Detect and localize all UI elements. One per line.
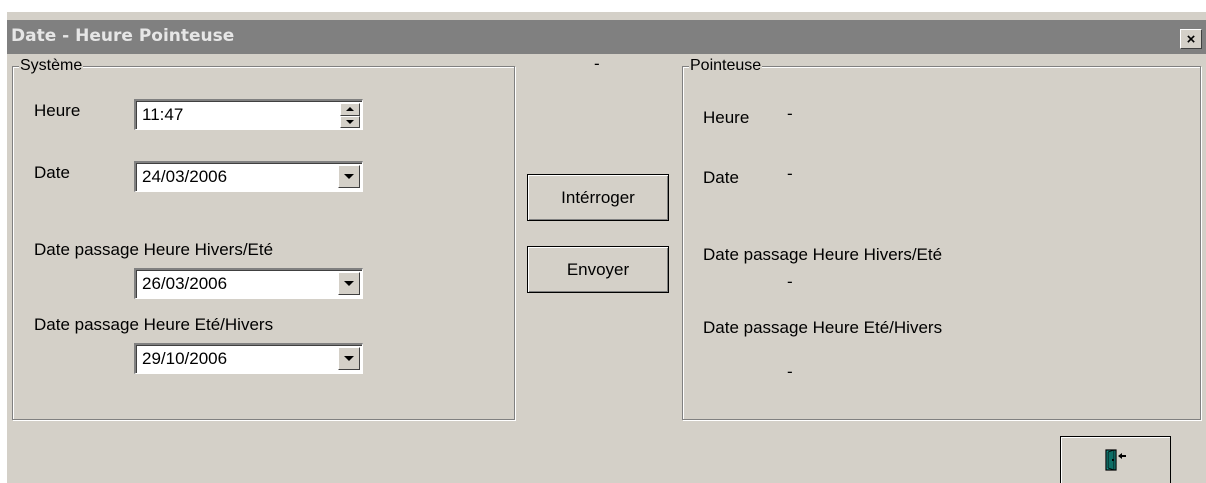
- pointeuse-date-value: -: [787, 164, 793, 183]
- pointeuse-ete-hiver-value: -: [787, 362, 793, 381]
- systeme-heure-label: Heure: [34, 101, 81, 120]
- systeme-hiver-ete-dropdown-button[interactable]: [338, 272, 360, 295]
- systeme-ete-hiver-label: Date passage Heure Eté/Hivers: [34, 315, 274, 334]
- systeme-heure-input[interactable]: 11:47: [134, 99, 363, 130]
- pointeuse-group: Pointeuse Heure - Date - Date passage He…: [682, 56, 1201, 420]
- pointeuse-heure-label: Heure: [703, 108, 750, 127]
- systeme-hiver-ete-picker[interactable]: 26/03/2006: [134, 268, 363, 299]
- pointeuse-group-title: Pointeuse: [689, 56, 763, 76]
- spin-down-button[interactable]: [340, 115, 360, 128]
- systeme-hiver-ete-label: Date passage Heure Hivers/Eté: [34, 240, 274, 259]
- interroger-button[interactable]: Intérroger: [527, 174, 669, 221]
- chevron-down-icon: [344, 356, 354, 361]
- systeme-date-value: 24/03/2006: [142, 167, 228, 186]
- exit-door-icon: [1105, 449, 1126, 471]
- systeme-heure-value: 11:47: [142, 105, 184, 124]
- exit-button[interactable]: [1060, 436, 1171, 483]
- pointeuse-heure-value: -: [787, 104, 793, 123]
- window-title: Date - Heure Pointeuse: [11, 26, 235, 46]
- systeme-hiver-ete-value: 26/03/2006: [142, 274, 228, 293]
- systeme-date-label: Date: [34, 163, 70, 182]
- systeme-ete-hiver-dropdown-button[interactable]: [338, 347, 360, 370]
- chevron-down-icon: [344, 174, 354, 179]
- spin-down-icon: [346, 119, 354, 124]
- spin-up-icon: [346, 107, 354, 112]
- chevron-down-icon: [344, 281, 354, 286]
- status-dash: -: [594, 54, 600, 73]
- pointeuse-hiver-ete-label: Date passage Heure Hivers/Eté: [703, 245, 943, 264]
- pointeuse-ete-hiver-label: Date passage Heure Eté/Hivers: [703, 318, 943, 337]
- close-button[interactable]: ×: [1180, 29, 1202, 49]
- systeme-date-dropdown-button[interactable]: [338, 165, 360, 188]
- systeme-ete-hiver-value: 29/10/2006: [142, 349, 228, 368]
- spin-up-button[interactable]: [340, 103, 360, 116]
- dialog-window: Date - Heure Pointeuse × Système Heure 1…: [7, 12, 1206, 483]
- title-bar[interactable]: Date - Heure Pointeuse ×: [7, 20, 1206, 54]
- systeme-group-title: Système: [19, 56, 84, 76]
- close-icon: ×: [1186, 30, 1196, 48]
- systeme-date-picker[interactable]: 24/03/2006: [134, 161, 363, 192]
- envoyer-button[interactable]: Envoyer: [527, 246, 669, 293]
- pointeuse-hiver-ete-value: -: [787, 272, 793, 291]
- pointeuse-date-label: Date: [703, 168, 739, 187]
- systeme-heure-spinner[interactable]: [340, 103, 360, 128]
- systeme-ete-hiver-picker[interactable]: 29/10/2006: [134, 343, 363, 374]
- systeme-group: Système Heure 11:47 Date 24/03/2006 Date…: [12, 56, 515, 420]
